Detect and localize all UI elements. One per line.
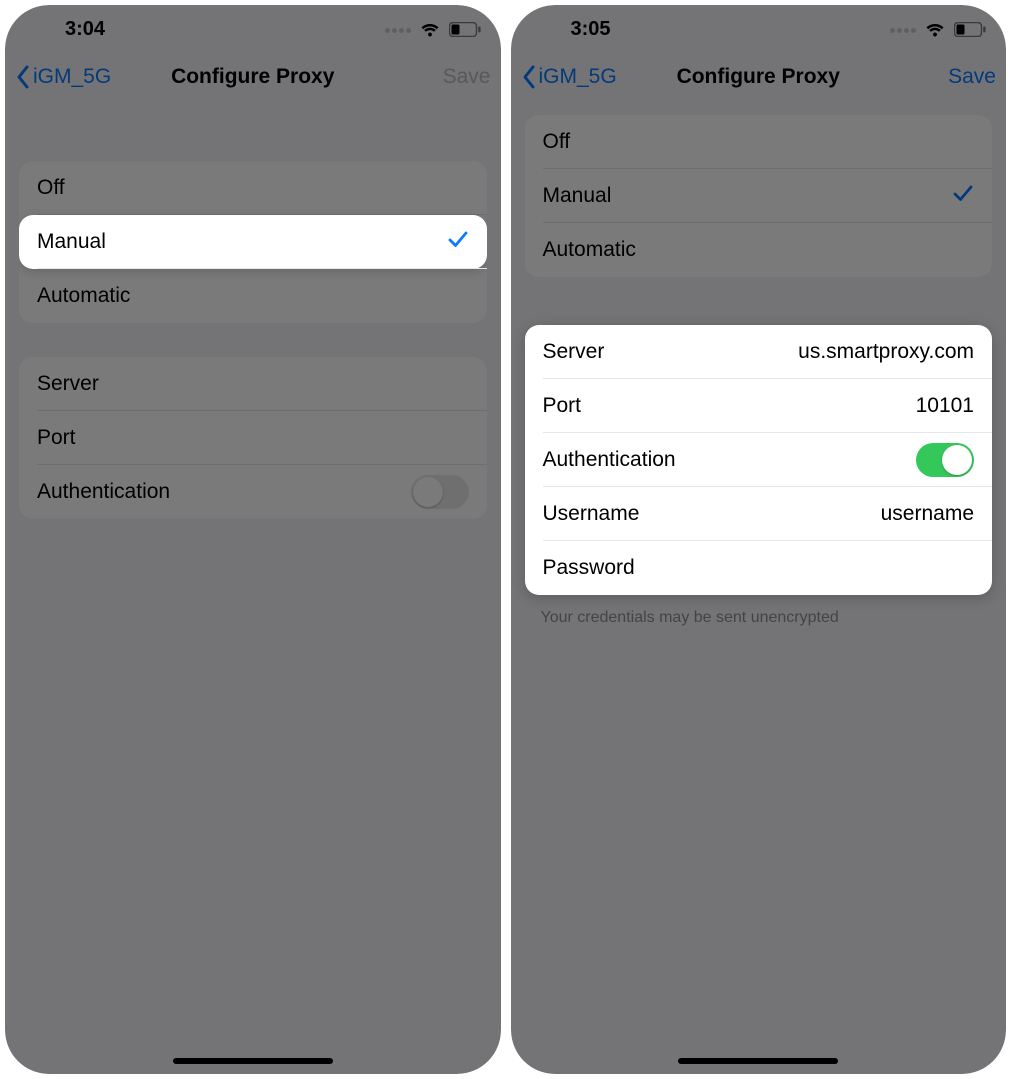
row-label: Automatic bbox=[37, 284, 130, 308]
field-label: Server bbox=[37, 372, 99, 396]
back-button-label: iGM_5G bbox=[539, 65, 617, 89]
row-label: Automatic bbox=[543, 238, 636, 262]
wifi-icon bbox=[924, 21, 946, 37]
port-field[interactable]: Port bbox=[19, 411, 487, 465]
status-bar: 3:05 bbox=[511, 5, 1007, 53]
proxy-mode-automatic[interactable]: Automatic bbox=[19, 269, 487, 323]
screenshot-right: 3:05 iGM_5G Configure Proxy Save bbox=[511, 5, 1007, 1074]
row-label: Off bbox=[37, 176, 65, 200]
battery-icon bbox=[954, 22, 986, 37]
row-label: Manual bbox=[37, 230, 106, 254]
server-field[interactable]: Server bbox=[19, 357, 487, 411]
nav-bar: iGM_5G Configure Proxy Save bbox=[511, 53, 1007, 105]
proxy-mode-off[interactable]: Off bbox=[525, 115, 993, 169]
status-bar-time: 3:05 bbox=[571, 18, 611, 41]
chevron-left-icon bbox=[15, 65, 31, 89]
password-field[interactable]: Password bbox=[525, 541, 993, 595]
proxy-mode-manual[interactable]: Manual bbox=[19, 215, 487, 269]
home-indicator bbox=[173, 1058, 333, 1064]
authentication-switch[interactable] bbox=[916, 443, 974, 477]
field-label: Port bbox=[37, 426, 76, 450]
field-label: Server bbox=[543, 340, 605, 364]
chevron-left-icon bbox=[521, 65, 537, 89]
field-value: us.smartproxy.com bbox=[798, 340, 974, 364]
proxy-mode-group: Off Manual Automatic bbox=[525, 115, 993, 277]
screenshot-left: 3:04 iGM_5G Configure Proxy Save bbox=[5, 5, 501, 1074]
field-label: Authentication bbox=[37, 480, 170, 504]
nav-bar: iGM_5G Configure Proxy Save bbox=[5, 53, 501, 105]
field-label: Authentication bbox=[543, 448, 676, 472]
status-bar-icons bbox=[383, 20, 481, 38]
authentication-toggle-row[interactable]: Authentication bbox=[19, 465, 487, 519]
save-button[interactable]: Save bbox=[443, 65, 491, 89]
checkmark-icon bbox=[952, 182, 974, 210]
save-button[interactable]: Save bbox=[948, 65, 996, 89]
credentials-warning: Your credentials may be sent unencrypted bbox=[541, 609, 977, 627]
status-bar-time: 3:04 bbox=[65, 18, 105, 41]
authentication-toggle-row[interactable]: Authentication bbox=[525, 433, 993, 487]
proxy-mode-group: Off Manual Automatic bbox=[19, 161, 487, 323]
proxy-fields-group: Server Port Authentication bbox=[19, 357, 487, 519]
back-button-label: iGM_5G bbox=[33, 65, 111, 89]
proxy-mode-automatic[interactable]: Automatic bbox=[525, 223, 993, 277]
cellular-dots-icon bbox=[888, 20, 916, 38]
back-button[interactable]: iGM_5G bbox=[521, 65, 617, 89]
authentication-switch[interactable] bbox=[411, 475, 469, 509]
field-value: 10101 bbox=[916, 394, 974, 418]
back-button[interactable]: iGM_5G bbox=[15, 65, 111, 89]
row-label: Off bbox=[543, 130, 571, 154]
proxy-mode-manual[interactable]: Manual bbox=[525, 169, 993, 223]
row-label: Manual bbox=[543, 184, 612, 208]
port-field[interactable]: Port 10101 bbox=[525, 379, 993, 433]
server-field[interactable]: Server us.smartproxy.com bbox=[525, 325, 993, 379]
field-label: Port bbox=[543, 394, 582, 418]
field-value: username bbox=[881, 502, 974, 526]
cellular-dots-icon bbox=[383, 20, 411, 38]
proxy-fields-group: Server us.smartproxy.com Port 10101 Auth… bbox=[525, 325, 993, 595]
battery-icon bbox=[449, 22, 481, 37]
wifi-icon bbox=[419, 21, 441, 37]
field-label: Password bbox=[543, 556, 635, 580]
status-bar: 3:04 bbox=[5, 5, 501, 53]
home-indicator bbox=[678, 1058, 838, 1064]
field-label: Username bbox=[543, 502, 640, 526]
checkmark-icon bbox=[447, 228, 469, 256]
proxy-mode-off[interactable]: Off bbox=[19, 161, 487, 215]
status-bar-icons bbox=[888, 20, 986, 38]
username-field[interactable]: Username username bbox=[525, 487, 993, 541]
